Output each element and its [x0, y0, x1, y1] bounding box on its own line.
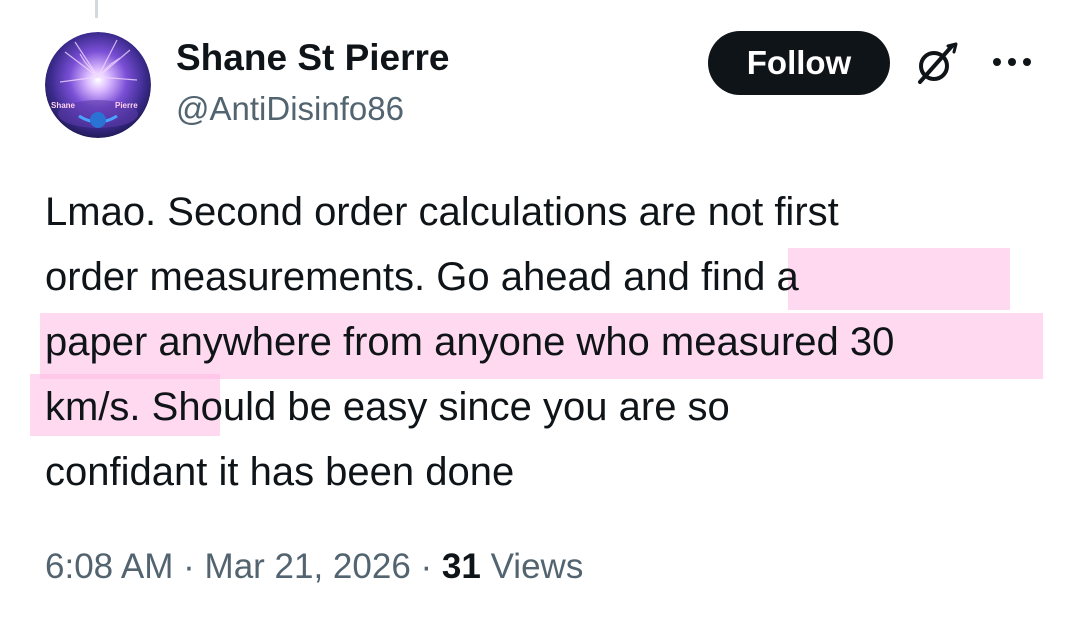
author-display-name[interactable]: Shane St Pierre	[176, 36, 450, 80]
tweet-date[interactable]: Mar 21, 2026	[205, 547, 411, 586]
thread-connector-line	[95, 0, 98, 18]
more-options-icon[interactable]	[990, 50, 1034, 74]
avatar[interactable]: Shane Pierre	[45, 32, 151, 138]
views-count[interactable]: 31	[442, 547, 481, 586]
avatar-image: Shane Pierre	[45, 32, 151, 138]
follow-button[interactable]: Follow	[708, 31, 890, 95]
tweet-line: confidant it has been done	[45, 450, 515, 494]
tweet-line: km/s. Should be easy since you are so	[45, 385, 730, 429]
tweet-text: Lmao. Second order calculations are not …	[45, 180, 1045, 505]
grok-icon[interactable]	[912, 40, 960, 88]
tweet-meta: 6:08 AM · Mar 21, 2026 · 31 Views	[45, 545, 583, 589]
tweet-line: order measurements. Go ahead and find a	[45, 255, 799, 299]
tweet-line: paper anywhere from anyone who measured …	[45, 320, 895, 364]
tweet-time[interactable]: 6:08 AM	[45, 547, 173, 586]
meta-separator: ·	[420, 547, 433, 586]
avatar-text-right: Pierre	[115, 101, 138, 110]
avatar-text-left: Shane	[51, 101, 76, 110]
meta-separator: ·	[183, 547, 195, 586]
author-handle[interactable]: @AntiDisinfo86	[176, 88, 404, 130]
views-label[interactable]: Views	[491, 547, 584, 586]
tweet-line: Lmao. Second order calculations are not …	[45, 190, 839, 234]
